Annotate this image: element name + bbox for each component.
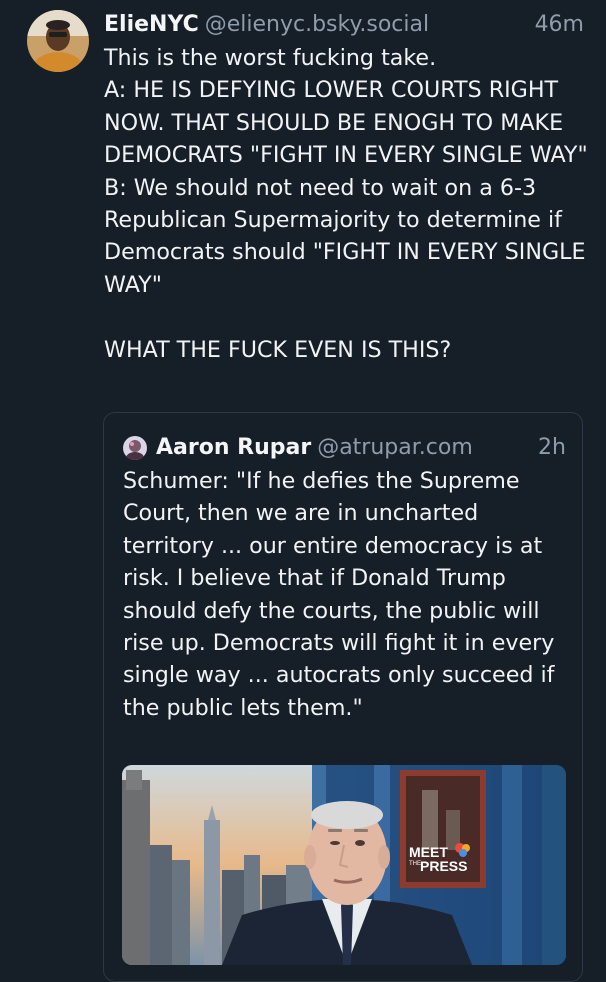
author-name[interactable]: ElieNYC — [104, 12, 199, 37]
post-timestamp[interactable]: 46m — [535, 8, 584, 42]
quote-image[interactable]: MEET THE PRESS — [122, 765, 566, 965]
quote-text: Schumer: "If he defies the Supreme Court… — [123, 468, 562, 721]
quote-author-name[interactable]: Aaron Rupar — [156, 435, 311, 460]
tv-studio-image: MEET THE PRESS — [122, 765, 566, 965]
author-avatar[interactable] — [27, 10, 89, 72]
post-header: ElieNYC @elienyc.bsky.social 46m — [104, 8, 588, 42]
quote-author-avatar[interactable] — [123, 436, 147, 460]
post-text: This is the worst fucking take. A: HE IS… — [104, 45, 588, 363]
quote-timestamp[interactable]: 2h — [538, 431, 566, 465]
logo-line3: PRESS — [420, 858, 467, 874]
quote-avatar-photo — [123, 436, 147, 460]
quote-post[interactable]: Aaron Rupar @atrupar.com 2h Schumer: "If … — [103, 412, 583, 982]
quote-header: Aaron Rupar @atrupar.com 2h — [156, 431, 566, 465]
quote-author-handle[interactable]: @atrupar.com — [317, 435, 473, 460]
author-handle[interactable]: @elienyc.bsky.social — [205, 12, 429, 37]
post[interactable]: ElieNYC @elienyc.bsky.social 46m This is … — [0, 0, 606, 982]
avatar-photo — [27, 10, 89, 72]
